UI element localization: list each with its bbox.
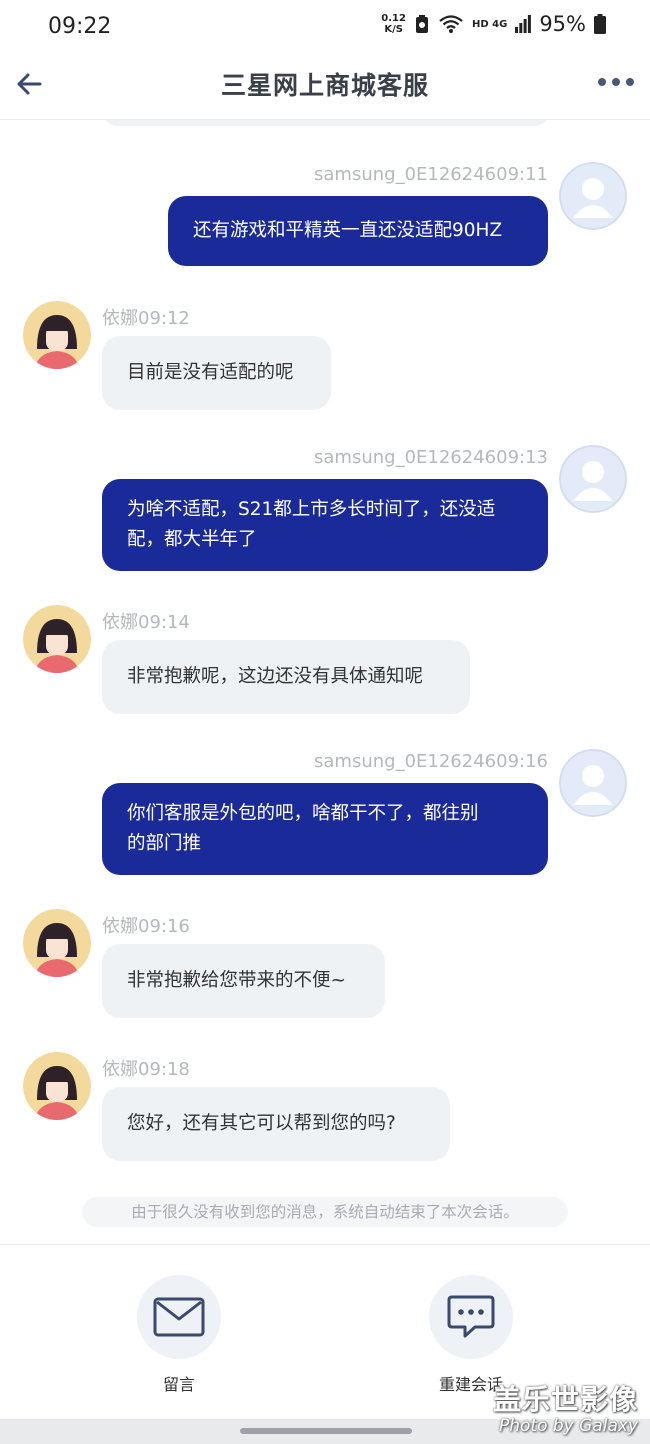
network-speed: 0.12 K/S bbox=[381, 13, 406, 35]
leave-message-button[interactable]: 留言 bbox=[119, 1275, 239, 1395]
sender-name: samsung_0E126246 bbox=[314, 164, 497, 185]
recycle-icon bbox=[415, 15, 428, 33]
more-horizontal-icon bbox=[598, 78, 634, 86]
user-avatar-icon bbox=[559, 749, 627, 817]
agent-avatar bbox=[23, 909, 91, 977]
message-meta: 依娜09:18 bbox=[102, 1055, 190, 1081]
signal-icon bbox=[515, 15, 532, 33]
outgoing-message-bubble: 你们客服是外包的吧，啥都干不了，都往别 的部门推 bbox=[102, 783, 548, 875]
message-meta: 依娜09:14 bbox=[102, 608, 190, 634]
agent-avatar-icon bbox=[23, 909, 91, 977]
envelope-icon bbox=[153, 1297, 205, 1337]
page-title: 三星网上商城客服 bbox=[220, 71, 429, 100]
status-icons: 0.12 K/S HD 4G 95% bbox=[381, 12, 606, 36]
sender-name: 依娜 bbox=[102, 916, 138, 937]
message-text: 非常抱歉呢，这边还没有具体通知呢 bbox=[127, 666, 424, 687]
message-text: 非常抱歉给您带来的不便~ bbox=[127, 970, 347, 991]
incoming-message-bubble: 非常抱歉呢，这边还没有具体通知呢 bbox=[102, 640, 470, 714]
message-meta: 依娜09:16 bbox=[102, 912, 190, 938]
previous-message-bubble bbox=[104, 120, 548, 126]
status-bar: 09:22 0.12 K/S HD 4G 95% bbox=[0, 0, 650, 58]
agent-avatar-icon bbox=[23, 605, 91, 673]
incoming-message-bubble: 目前是没有适配的呢 bbox=[102, 336, 331, 410]
user-avatar-icon bbox=[559, 162, 627, 230]
user-avatar bbox=[559, 162, 627, 230]
message-text-line: 你们客服是外包的吧，啥都干不了，都往别 bbox=[127, 803, 479, 824]
message-meta: samsung_0E12624609:11 bbox=[314, 164, 548, 185]
message-text: 目前是没有适配的呢 bbox=[127, 362, 294, 383]
message-text-line: 配，都大半年了 bbox=[127, 529, 257, 550]
message-time: 09:14 bbox=[138, 612, 190, 633]
network-speed-unit: K/S bbox=[384, 24, 403, 35]
incoming-message-bubble: 您好，还有其它可以帮到您的吗? bbox=[102, 1087, 450, 1161]
chat-bubble-icon bbox=[447, 1295, 495, 1338]
sender-name: samsung_0E126246 bbox=[314, 751, 497, 772]
network-speed-value: 0.12 bbox=[381, 13, 406, 24]
restart-chat-button[interactable]: 重建会话 bbox=[411, 1275, 531, 1395]
user-avatar bbox=[559, 445, 627, 513]
battery-level: 95% bbox=[539, 12, 586, 36]
watermark-brand: 盖乐世影像 bbox=[492, 1383, 638, 1416]
status-time: 09:22 bbox=[48, 14, 112, 39]
sender-name: 依娜 bbox=[102, 612, 138, 633]
message-time: 09:11 bbox=[496, 164, 548, 185]
agent-avatar bbox=[23, 301, 91, 369]
leave-message-label[interactable]: 留言 bbox=[119, 1371, 239, 1395]
message-time: 09:16 bbox=[138, 916, 190, 937]
message-time: 09:16 bbox=[496, 751, 548, 772]
user-avatar bbox=[559, 749, 627, 817]
restart-chat-icon-circle[interactable] bbox=[429, 1275, 513, 1359]
home-gesture-handle[interactable] bbox=[240, 1428, 412, 1434]
wifi-icon bbox=[439, 15, 463, 33]
outgoing-message-bubble: 还有游戏和平精英一直还没适配90HZ bbox=[168, 196, 548, 266]
message-time: 09:12 bbox=[138, 308, 190, 329]
message-time: 09:13 bbox=[496, 447, 548, 468]
message-meta: samsung_0E12624609:13 bbox=[314, 447, 548, 468]
user-avatar-icon bbox=[559, 445, 627, 513]
message-text-line: 的部门推 bbox=[127, 833, 202, 854]
more-button[interactable] bbox=[596, 70, 636, 94]
chat-header: 三星网上商城客服 bbox=[0, 58, 650, 120]
network-type: HD 4G bbox=[471, 18, 508, 30]
agent-avatar bbox=[23, 605, 91, 673]
message-meta: 依娜09:12 bbox=[102, 304, 190, 330]
sender-name: 依娜 bbox=[102, 1059, 138, 1080]
agent-avatar bbox=[23, 1052, 91, 1120]
battery-icon bbox=[594, 14, 606, 34]
agent-avatar-icon bbox=[23, 301, 91, 369]
sender-name: samsung_0E126246 bbox=[314, 447, 497, 468]
camera-watermark: 盖乐世影像 Photo by Galaxy bbox=[493, 1378, 638, 1436]
session-ended-notice: 由于很久没有收到您的消息，系统自动结束了本次会话。 bbox=[82, 1197, 568, 1227]
message-time: 09:18 bbox=[138, 1059, 190, 1080]
message-meta: samsung_0E12624609:16 bbox=[314, 751, 548, 772]
agent-avatar-icon bbox=[23, 1052, 91, 1120]
sender-name: 依娜 bbox=[102, 308, 138, 329]
message-text-line: 为啥不适配，S21都上市多长时间了，还没适 bbox=[127, 499, 496, 520]
outgoing-message-bubble: 为啥不适配，S21都上市多长时间了，还没适 配，都大半年了 bbox=[102, 479, 548, 571]
chat-messages[interactable]: samsung_0E12624609:11 还有游戏和平精英一直还没适配90HZ… bbox=[0, 120, 650, 1244]
watermark-credit: Photo by Galaxy bbox=[498, 1416, 638, 1436]
leave-message-icon-circle[interactable] bbox=[137, 1275, 221, 1359]
message-text: 还有游戏和平精英一直还没适配90HZ bbox=[193, 220, 503, 241]
message-text: 您好，还有其它可以帮到您的吗? bbox=[127, 1113, 396, 1134]
incoming-message-bubble: 非常抱歉给您带来的不便~ bbox=[102, 944, 385, 1018]
